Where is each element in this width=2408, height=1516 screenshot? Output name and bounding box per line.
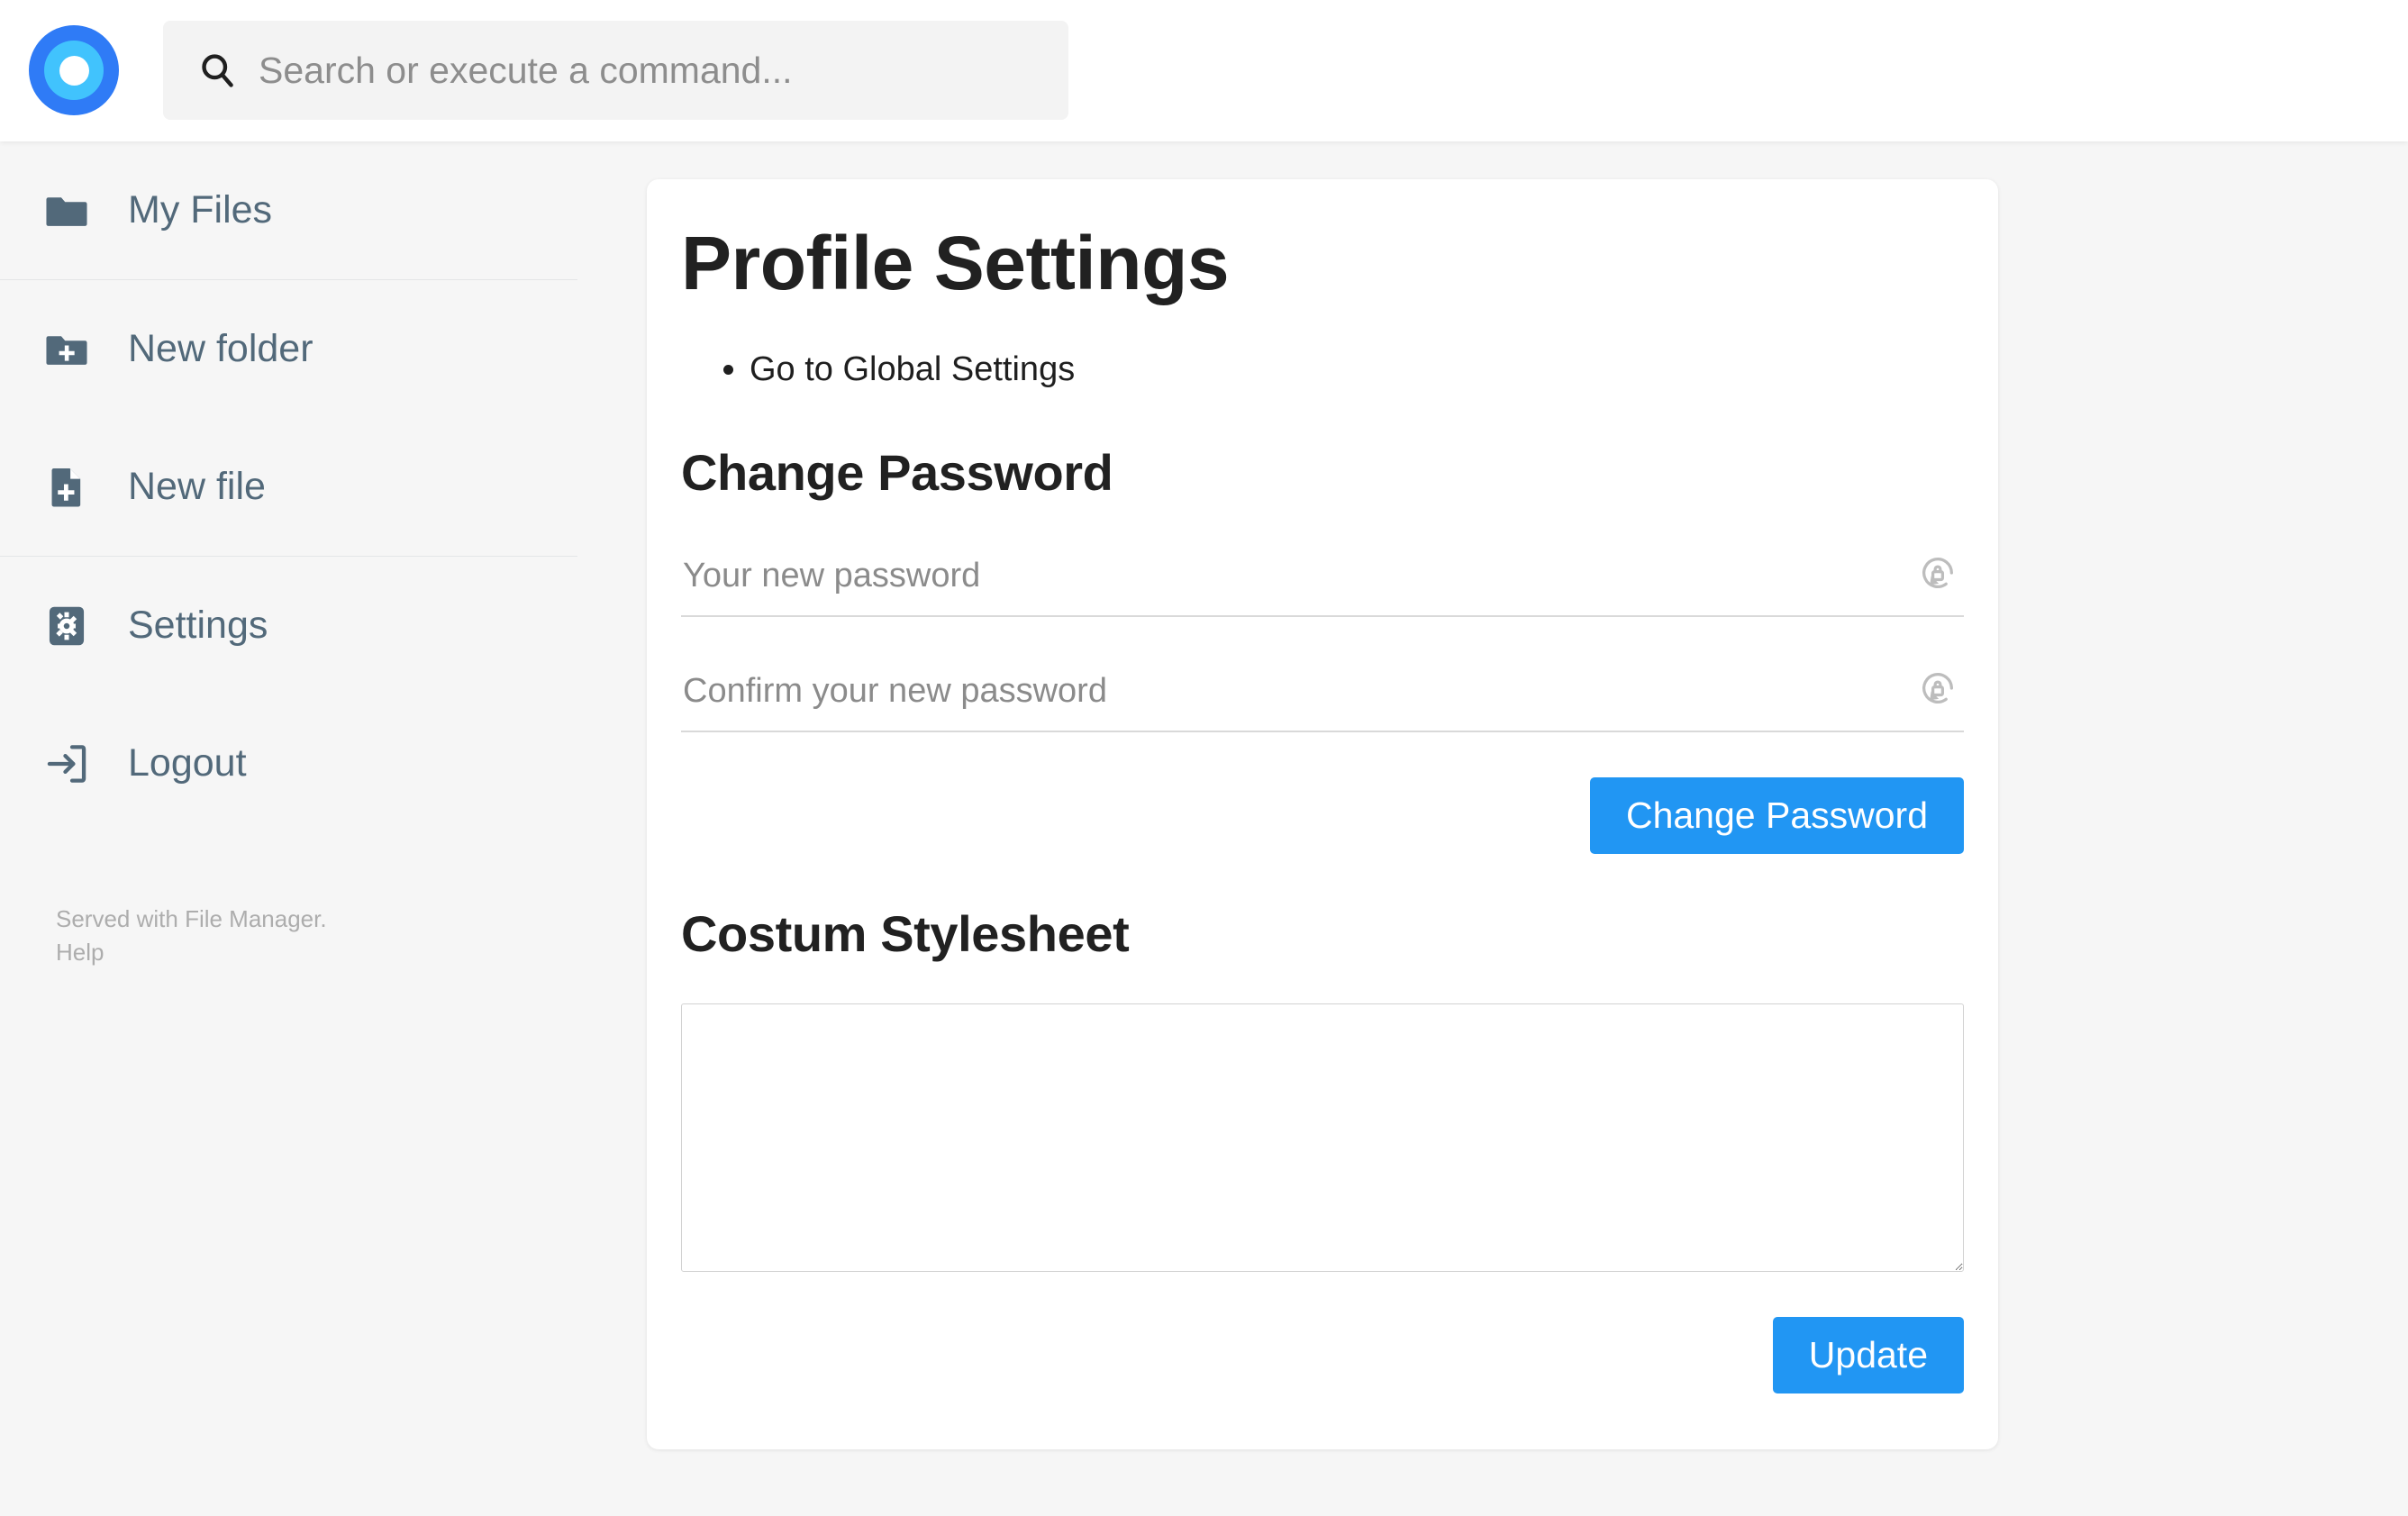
change-password-button-row: Change Password: [681, 776, 1964, 854]
profile-settings-card: Profile Settings Go to Global Settings C…: [647, 179, 1998, 1449]
gear-icon: [49, 606, 85, 645]
sidebar-item-label: New folder: [128, 327, 313, 370]
help-link[interactable]: Help: [56, 936, 327, 969]
search-icon: [202, 54, 233, 87]
logout-icon: [47, 744, 86, 783]
sidebar-item-label: My Files: [128, 188, 273, 231]
sidebar-item-settings[interactable]: Settings: [0, 557, 577, 694]
sidebar-item-new-file[interactable]: New file: [0, 418, 577, 556]
served-with-text: Served with File Manager.: [56, 905, 327, 932]
change-password-heading: Change Password: [681, 443, 1113, 501]
search-input[interactable]: [259, 43, 1024, 97]
folder-icon: [46, 196, 87, 226]
sidebar-footer: Served with File Manager. Help: [56, 903, 327, 969]
sidebar-item-new-folder[interactable]: New folder: [0, 280, 577, 418]
top-bar: [0, 0, 2408, 141]
file-manager-logo[interactable]: [29, 25, 119, 115]
sidebar-item-label: New file: [128, 465, 266, 508]
new-password-row: [681, 546, 1964, 617]
sidebar-item-label: Logout: [128, 741, 247, 785]
sidebar-group-create: New folder New file: [0, 280, 577, 557]
sidebar-group-account: Settings Logout: [0, 557, 577, 832]
sidebar-item-logout[interactable]: Logout: [0, 694, 577, 832]
sidebar-group-files: My Files: [0, 141, 577, 280]
new-password-input[interactable]: [681, 546, 1964, 617]
list-item: Go to Global Settings: [750, 347, 1964, 393]
confirm-password-input[interactable]: [681, 661, 1964, 732]
search-bar[interactable]: [163, 21, 1068, 120]
sidebar: My Files New folder New file Settings Lo…: [0, 141, 577, 1516]
costum-stylesheet-heading: Costum Stylesheet: [681, 904, 1130, 962]
go-to-global-settings-link[interactable]: Go to Global Settings: [750, 350, 1075, 388]
update-button[interactable]: Update: [1772, 1316, 1964, 1393]
page-title: Profile Settings: [681, 221, 1230, 305]
file-plus-icon: [51, 468, 81, 506]
stylesheet-textarea[interactable]: [681, 1003, 1964, 1272]
logo-inner-ring: [44, 41, 104, 100]
folder-plus-icon: [46, 335, 87, 365]
logo-core: [59, 55, 89, 86]
confirm-password-row: [681, 661, 1964, 732]
global-settings-link-list: Go to Global Settings: [681, 347, 1964, 393]
sidebar-item-label: Settings: [128, 604, 268, 647]
change-password-button[interactable]: Change Password: [1589, 776, 1964, 854]
sidebar-item-my-files[interactable]: My Files: [0, 141, 577, 279]
update-button-row: Update: [681, 1316, 1964, 1393]
